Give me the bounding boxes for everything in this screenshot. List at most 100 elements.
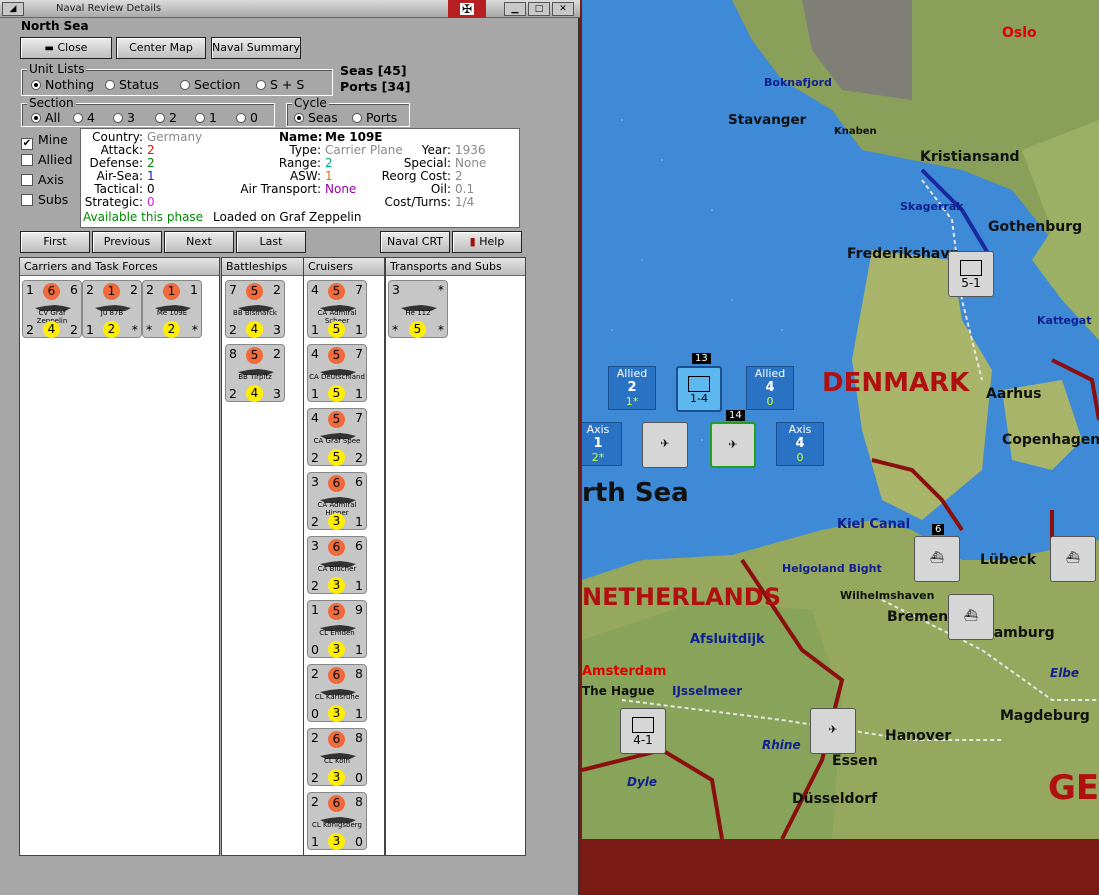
section-4-radio[interactable]: 4 [73,111,95,125]
unit-card[interactable]: 2 1 1 Me 109E * 2 * [142,280,202,338]
card-top-right: 6 [355,538,363,553]
ship-silhouette-icon [320,749,356,759]
axis-corps-counter-2[interactable]: 4-1 [620,708,666,754]
help-button[interactable]: ▮ Help [452,231,522,253]
minimize-button[interactable]: ▁ [504,2,526,16]
radio-dot-icon [352,113,362,123]
unit-card[interactable]: 166CV Graf Zeppelin242 [22,280,82,338]
naval-summary-button[interactable]: Naval Summary [211,37,301,59]
ship-silhouette-icon [401,301,437,311]
card-defense: 3 [328,833,345,850]
card-name: BB Tirpitz [238,373,272,381]
battleships-panel[interactable]: Battleships 7 2 5 BB Bismarck 2 4 3 8 2 5 BB Tirpi… [221,257,305,856]
center-map-button[interactable]: Center Map [116,37,206,59]
allied-corps-counter[interactable]: 1-4 [676,366,722,412]
system-menu-button[interactable]: ◢ [2,2,24,16]
unit-list-nothing-radio[interactable]: Nothing [31,78,94,92]
naval-crt-button[interactable]: Naval CRT [380,231,450,253]
unit-card[interactable]: 8 2 5 BB Tirpitz 2 4 3 [225,344,285,402]
transports-panel[interactable]: Transports and Subs 3 * He 112 * 5 * [385,257,526,856]
axis-naval-box-2[interactable]: Axis 4 0 [776,422,824,466]
unit-card[interactable]: 4 7 5 CA Graf Spee 2 5 2 [307,408,367,466]
card-bottom-right: 2 [70,322,78,337]
previous-button[interactable]: Previous [92,231,162,253]
unit-card[interactable]: 1 9 5 CL Emden 0 3 1 [307,600,367,658]
unit-card[interactable]: 2 8 6 CL Karlsruhe 0 3 1 [307,664,367,722]
carriers-panel-header: Carriers and Task Forces [20,258,219,276]
he112-map-counter[interactable]: ✈ [642,422,688,468]
ship-silhouette-icon [320,493,356,503]
unit-card[interactable]: 7 2 5 BB Bismarck 2 4 3 [225,280,285,338]
unit-card[interactable]: 2 2 1 Ju 87B 1 2 * [82,280,142,338]
bf109-map-counter[interactable]: ✈ [810,708,856,754]
checkbox-label: Subs [38,192,69,207]
card-name: He 112 [405,309,431,317]
help-label: Help [479,235,505,248]
unit-card[interactable]: 3 * He 112 * 5 * [388,280,448,338]
cruisers-panel[interactable]: Cruisers 475CA Admiral Scheer151475CA De… [303,257,385,856]
unit-card[interactable]: 3 6 6 CA Blücher 2 3 1 [307,536,367,594]
unit-card[interactable]: 2 8 6 CL Königsberg 1 3 0 [307,792,367,850]
first-button[interactable]: First [20,231,90,253]
radio-dot-icon [113,113,123,123]
unit-card[interactable]: 4 7 5 CA Deutschland 1 5 1 [307,344,367,402]
card-top-right: 2 [273,282,281,297]
card-defense: 2 [163,321,180,338]
title-bar[interactable]: ◢ Naval Review Details ✠ ▁ □ ✕ [0,0,580,18]
allied-naval-box-1[interactable]: Allied 2 1* [608,366,656,410]
ship-silhouette-icon [320,429,356,439]
unit-card[interactable]: 2 8 6 CL Köln 2 3 0 [307,728,367,786]
close-window-button[interactable]: ✕ [552,2,574,16]
bb-schlesien-counter[interactable]: ⛴ [914,536,960,582]
close-icon: ▬ [44,43,54,54]
card-top-left: 2 [311,666,319,681]
ship-silhouette-icon [320,621,356,631]
last-button[interactable]: Last [236,231,306,253]
axis-corps-counter-1[interactable]: 5-1 [948,251,994,297]
filter-mine-checkbox[interactable]: ✔ Mine [21,133,68,150]
stack-count-14: 14 [726,410,745,421]
port-ship-counter[interactable]: ⛴ [948,594,994,640]
section-all-radio[interactable]: All [31,111,61,125]
ship-silhouette-icon [320,685,356,695]
unit-list-s-plus-s-radio[interactable]: S + S [256,78,304,92]
section-0-radio[interactable]: 0 [236,111,258,125]
city-label-copenhagen: Copenhagen [1002,432,1099,448]
card-bottom-left: * [392,322,399,337]
ship-icon: ⛴ [930,551,944,564]
filter-allied-checkbox[interactable]: Allied [21,153,73,167]
country-value: Germany [147,130,203,144]
ship-silhouette-icon [320,301,356,311]
card-bottom-right: 3 [273,386,281,401]
next-button[interactable]: Next [164,231,234,253]
section-2-radio[interactable]: 2 [155,111,177,125]
section-1-radio[interactable]: 1 [195,111,217,125]
unit-card[interactable]: 366CA Admiral Hipper231 [307,472,367,530]
filter-subs-checkbox[interactable]: Subs [21,193,68,207]
city-label-bremen: Bremen [887,609,949,625]
radio-dot-icon [73,113,83,123]
section-3-radio[interactable]: 3 [113,111,135,125]
unit-list-section-radio[interactable]: Section [180,78,240,92]
card-top-left: 4 [311,346,319,361]
close-button[interactable]: ▬ Close [20,37,112,59]
cycle-ports-radio[interactable]: Ports [352,111,397,125]
card-top-right: 6 [70,282,78,297]
unit-list-status-radio[interactable]: Status [105,78,159,92]
radio-dot-icon [256,80,266,90]
lubeck-ship-counter[interactable]: ⛴ [1050,536,1096,582]
maximize-button[interactable]: □ [528,2,550,16]
filter-axis-checkbox[interactable]: Axis [21,173,64,187]
unit-card[interactable]: 475CA Admiral Scheer151 [307,280,367,338]
radio-label: S + S [270,77,305,92]
card-top-left: 3 [311,538,319,553]
ju87b-map-counter[interactable]: ✈ [710,422,756,468]
cycle-seas-radio[interactable]: Seas [294,111,338,125]
water-label-helgoland-bight: Helgoland Bight [782,562,882,575]
axis-naval-box-1[interactable]: Axis 1 2* [582,422,622,466]
game-map[interactable]: Oslo Boknafjord Stavanger Knaben Kristia… [582,0,1099,839]
allied-naval-box-2[interactable]: Allied 4 0 [746,366,794,410]
carriers-panel[interactable]: Carriers and Task Forces 166CV Graf Zepp… [19,257,220,856]
card-name: CL Emden [319,629,355,637]
city-label-frederikshavn: Frederikshavn [847,246,960,262]
